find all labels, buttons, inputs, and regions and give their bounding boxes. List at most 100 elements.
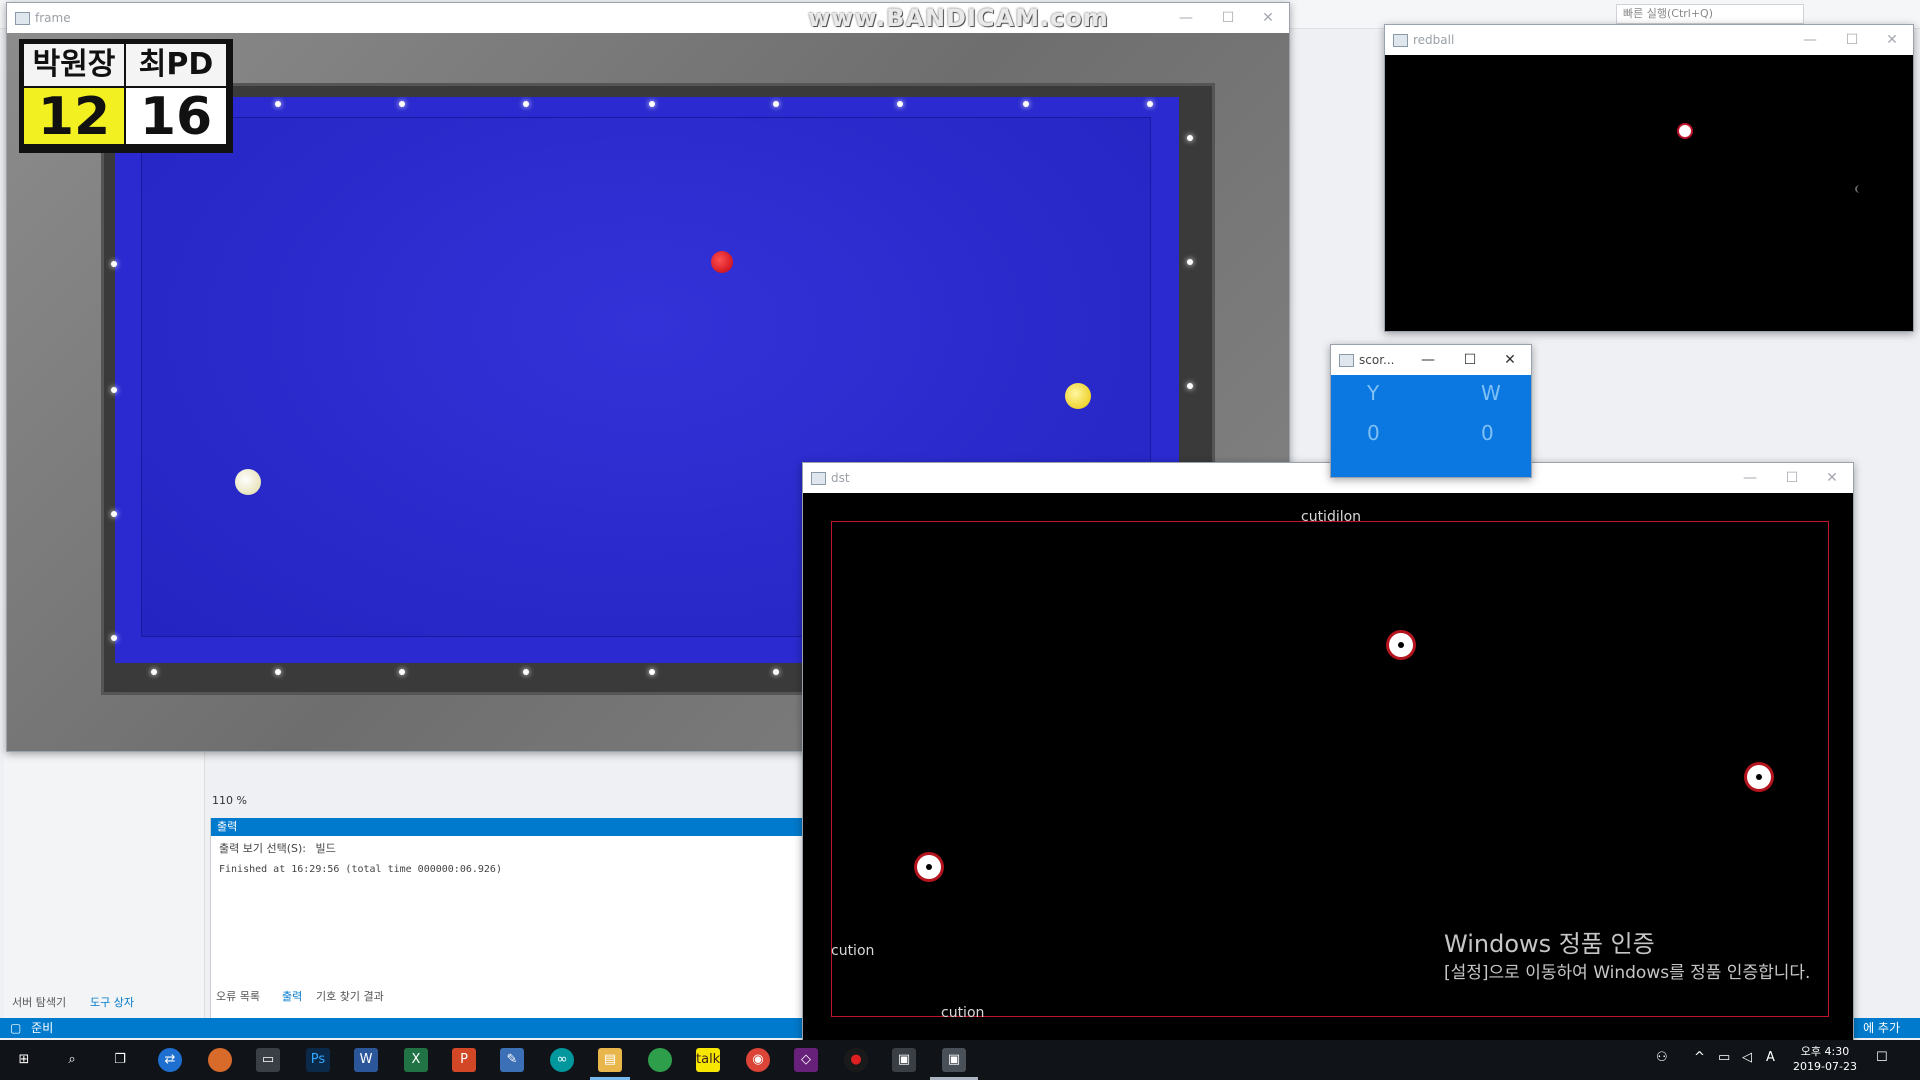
photoshop-icon[interactable]: Ps xyxy=(306,1048,330,1072)
rail-diamond xyxy=(111,511,117,517)
maximize-icon[interactable]: ☐ xyxy=(1773,466,1811,490)
rail-diamond xyxy=(1187,383,1193,389)
activation-title: Windows 정품 인증 xyxy=(1444,930,1655,958)
tab-find-symbol[interactable]: 기호 찾기 결과 xyxy=(316,988,384,1004)
scoreboard: 박원장 최PD 12 16 xyxy=(19,39,233,153)
tool-app-icon[interactable]: ✎ xyxy=(500,1048,524,1072)
score-title: scor... xyxy=(1359,353,1395,367)
tab-toolbox[interactable]: 도구 상자 xyxy=(90,994,134,1010)
arduino-icon[interactable]: ∞ xyxy=(550,1048,574,1072)
rail-diamond xyxy=(773,101,779,107)
close-icon[interactable]: ✕ xyxy=(1873,28,1911,52)
output-select-label: 출력 보기 선택(S): xyxy=(219,842,306,855)
detected-ball xyxy=(1747,765,1771,789)
zoom-level[interactable]: 110 % xyxy=(212,794,247,807)
tray-expand-icon[interactable]: ^ xyxy=(1694,1050,1705,1065)
green-app-icon[interactable] xyxy=(648,1048,672,1072)
white-ball xyxy=(235,469,261,495)
rail-diamond xyxy=(1187,259,1193,265)
bird-app-icon[interactable] xyxy=(208,1048,232,1072)
score-label-w: W xyxy=(1481,381,1501,405)
redball-titlebar[interactable]: redball — ☐ ✕ xyxy=(1385,25,1913,55)
output-line: Finished at 16:29:56 (total time 000000:… xyxy=(219,864,502,875)
taskbar-clock[interactable]: 오후 4:30 2019-07-23 xyxy=(1790,1044,1860,1074)
tab-error-list[interactable]: 오류 목록 xyxy=(216,988,260,1004)
window-icon xyxy=(15,12,30,25)
chrome-icon[interactable]: ◉ xyxy=(746,1048,770,1072)
table-boundary xyxy=(831,521,1829,1017)
rail-diamond xyxy=(399,669,405,675)
player-name-2: 최PD xyxy=(126,44,226,86)
close-icon[interactable]: ✕ xyxy=(1249,6,1287,30)
search-icon[interactable]: ⌕ xyxy=(60,1048,84,1072)
dst-titlebar[interactable]: dst — ☐ ✕ xyxy=(803,463,1853,493)
rail-diamond xyxy=(1147,101,1153,107)
word-icon[interactable]: W xyxy=(354,1048,378,1072)
rail-diamond xyxy=(773,669,779,675)
volume-icon[interactable]: ◁ xyxy=(1742,1050,1752,1065)
window-icon xyxy=(1339,354,1354,367)
player-name-1: 박원장 xyxy=(24,44,124,86)
activation-message: [설정]으로 이동하여 Windows를 정품 인증합니다. xyxy=(1444,963,1811,983)
score-window[interactable]: scor... — ☐ ✕ Y W 0 0 xyxy=(1330,344,1532,478)
score-label-y: Y xyxy=(1367,381,1380,405)
windows-start-icon[interactable]: ⊞ xyxy=(12,1048,36,1072)
rail-diamond xyxy=(1187,135,1193,141)
maximize-icon[interactable]: ☐ xyxy=(1451,348,1489,372)
rail-diamond xyxy=(275,669,281,675)
taskbar: ⊞ ⌕ ❐ ⇄ ▭ Ps W X P ✎ ∞ ▤ talk ◉ ◇ ● ▣ ▣ … xyxy=(0,1040,1920,1080)
frame-title: frame xyxy=(35,11,71,25)
redball-title: redball xyxy=(1413,33,1455,47)
monitor-app-icon[interactable]: ▭ xyxy=(256,1048,280,1072)
maximize-icon[interactable]: ☐ xyxy=(1833,28,1871,52)
minimize-icon[interactable]: — xyxy=(1731,466,1769,490)
minimize-icon[interactable]: — xyxy=(1409,348,1447,372)
output-header: 출력 xyxy=(211,818,811,836)
red-ball xyxy=(711,251,733,273)
red-ball-mask xyxy=(1679,125,1691,137)
rail-diamond xyxy=(111,387,117,393)
redball-window[interactable]: redball — ☐ ✕ xyxy=(1384,24,1914,332)
rail-diamond xyxy=(523,669,529,675)
status-right: 에 추가 xyxy=(1863,1021,1900,1035)
cushion-label-top: cutidilon xyxy=(1301,509,1362,525)
quick-launch-input[interactable]: 빠른 실행(Ctrl+Q) xyxy=(1616,4,1804,24)
close-icon[interactable]: ✕ xyxy=(1813,466,1851,490)
file-explorer-icon[interactable]: ▤ xyxy=(598,1048,622,1072)
dst-title: dst xyxy=(831,471,850,485)
notification-icon[interactable]: ☐ xyxy=(1876,1050,1888,1065)
rail-diamond xyxy=(111,261,117,267)
kakaotalk-icon[interactable]: talk xyxy=(696,1048,720,1072)
rail-diamond xyxy=(1023,101,1029,107)
score-titlebar[interactable]: scor... — ☐ ✕ xyxy=(1331,345,1531,375)
clock-time: 오후 4:30 xyxy=(1800,1045,1850,1058)
tab-output[interactable]: 출력 xyxy=(282,988,302,1004)
output-select[interactable]: 빌드 xyxy=(315,842,335,855)
network-icon[interactable]: ▭ xyxy=(1718,1050,1730,1065)
minimize-icon[interactable]: — xyxy=(1791,28,1829,52)
ime-indicator[interactable]: A xyxy=(1766,1050,1775,1065)
maximize-icon[interactable]: ☐ xyxy=(1209,6,1247,30)
active-window-icon[interactable]: ▣ xyxy=(942,1048,966,1072)
score-value-w: 0 xyxy=(1481,421,1494,445)
visual-studio-icon[interactable]: ◇ xyxy=(794,1048,818,1072)
network-user-icon[interactable]: ⚇ xyxy=(1656,1050,1668,1065)
minimize-icon[interactable]: — xyxy=(1167,6,1205,30)
close-icon[interactable]: ✕ xyxy=(1491,348,1529,372)
output-select-row: 출력 보기 선택(S): 빌드 xyxy=(211,836,811,860)
yellow-ball xyxy=(1065,383,1091,409)
task-view-icon[interactable]: ❐ xyxy=(108,1048,132,1072)
record-icon[interactable]: ● xyxy=(844,1048,868,1072)
player-score-2: 16 xyxy=(126,88,226,146)
mask-noise xyxy=(1855,185,1865,193)
teamviewer-icon[interactable]: ⇄ xyxy=(158,1048,182,1072)
tab-server-explorer[interactable]: 서버 탐색기 xyxy=(12,994,66,1010)
rail-diamond xyxy=(523,101,529,107)
powerpoint-icon[interactable]: P xyxy=(452,1048,476,1072)
window-app-icon[interactable]: ▣ xyxy=(892,1048,916,1072)
detected-ball xyxy=(1389,633,1413,657)
excel-icon[interactable]: X xyxy=(404,1048,428,1072)
dst-window[interactable]: dst — ☐ ✕ cutidilon cution cution xyxy=(802,462,1854,1042)
rail-diamond xyxy=(111,635,117,641)
rail-diamond xyxy=(649,669,655,675)
